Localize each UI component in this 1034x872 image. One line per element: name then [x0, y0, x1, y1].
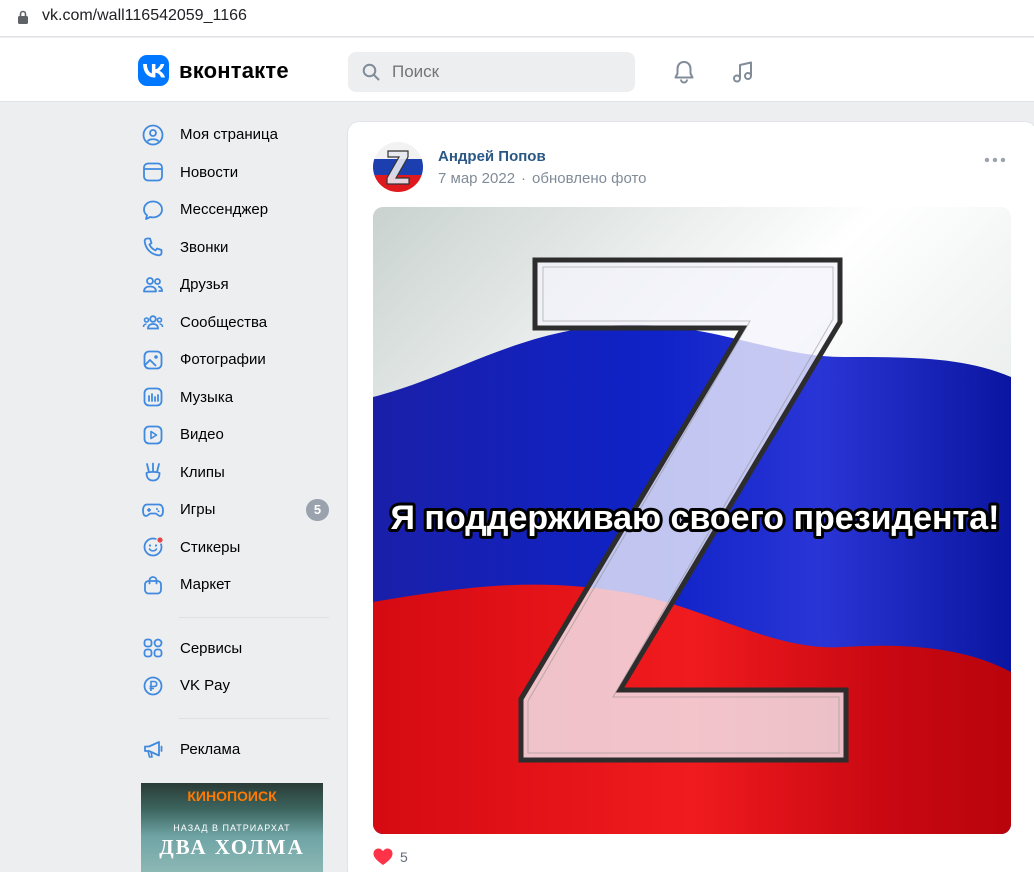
sidebar-item-services[interactable]: Сервисы — [138, 630, 333, 668]
more-options-icon[interactable] — [984, 157, 1006, 163]
sidebar-item-video[interactable]: Видео — [138, 416, 333, 454]
sidebar-item-label: Друзья — [180, 276, 229, 294]
message-icon — [141, 198, 165, 222]
like-button[interactable]: 5 — [373, 848, 408, 866]
communities-icon — [141, 310, 165, 334]
sidebar-item-games[interactable]: Игры 5 — [138, 491, 333, 529]
sidebar-item-label: Реклама — [180, 740, 241, 758]
post-photo[interactable]: Я поддерживаю своего президента! — [373, 207, 1011, 834]
sidebar-item-label: VK Pay — [180, 677, 231, 695]
author-avatar[interactable] — [373, 142, 423, 192]
sidebar-item-communities[interactable]: Сообщества — [138, 304, 333, 342]
games-icon — [141, 498, 165, 522]
games-badge: 5 — [306, 499, 329, 521]
url-text[interactable]: vk.com/wall116542059_1166 — [42, 7, 247, 25]
meta-separator: · — [521, 170, 527, 187]
video-icon — [141, 423, 165, 447]
sidebar-item-label: Звонки — [180, 238, 229, 256]
sidebar-item-label: Клипы — [180, 463, 225, 481]
sidebar-item-label: Стикеры — [180, 538, 241, 556]
megaphone-icon — [141, 737, 165, 761]
post-author[interactable]: Андрей Попов — [438, 148, 546, 165]
search-input[interactable] — [392, 52, 622, 92]
top-header: вконтакте — [0, 38, 1034, 102]
phone-icon — [141, 235, 165, 259]
services-icon — [141, 636, 165, 660]
sidebar-divider — [179, 616, 329, 618]
news-icon — [141, 160, 165, 184]
sidebar-item-ads[interactable]: Реклама — [138, 731, 333, 769]
music-note-icon[interactable] — [729, 58, 757, 86]
sidebar-item-my-page[interactable]: Моя страница — [138, 116, 333, 154]
friends-icon — [141, 273, 165, 297]
sidebar-item-calls[interactable]: Звонки — [138, 229, 333, 267]
search-icon — [362, 63, 380, 81]
clips-icon — [141, 460, 165, 484]
sidebar-item-friends[interactable]: Друзья — [138, 266, 333, 304]
ad-brand: КИНОПОИСК — [187, 788, 277, 804]
vkpay-icon — [141, 674, 165, 698]
sidebar-item-label: Музыка — [180, 388, 234, 406]
stickers-icon — [141, 535, 165, 559]
post-meta: 7 мар 2022 · обновлено фото — [438, 170, 647, 187]
music-icon — [141, 385, 165, 409]
sidebar-item-market[interactable]: Маркет — [138, 566, 333, 604]
like-count: 5 — [400, 849, 408, 865]
heart-icon — [373, 848, 393, 865]
sidebar-item-clips[interactable]: Клипы — [138, 454, 333, 492]
sidebar-item-label: Сервисы — [180, 639, 243, 657]
bell-icon[interactable] — [670, 58, 698, 86]
lock-icon — [18, 10, 28, 24]
user-circle-icon — [141, 123, 165, 147]
market-icon — [141, 573, 165, 597]
sidebar-item-vkpay[interactable]: VK Pay — [138, 667, 333, 705]
ad-subtitle: НАЗАД В ПАТРИАРХАТ — [173, 823, 291, 833]
post-date[interactable]: 7 мар 2022 — [438, 170, 515, 187]
ad-title: ДВА ХОЛМА — [159, 835, 305, 859]
sidebar-item-music[interactable]: Музыка — [138, 379, 333, 417]
sidebar-item-news[interactable]: Новости — [138, 154, 333, 192]
search-box[interactable] — [348, 52, 635, 92]
sidebar-item-label: Мессенджер — [180, 201, 269, 219]
sidebar-item-label: Фотографии — [180, 351, 266, 369]
photo-caption: Я поддерживаю своего президента! — [391, 499, 1000, 537]
sidebar-divider — [179, 717, 329, 719]
sidebar-item-label: Игры — [180, 501, 216, 519]
sidebar-item-label: Моя страница — [180, 126, 278, 144]
sidebar-item-label: Видео — [180, 426, 224, 444]
sidebar-item-photos[interactable]: Фотографии — [138, 341, 333, 379]
post-card: Андрей Попов 7 мар 2022 · обновлено фото — [347, 121, 1034, 872]
sidebar-item-label: Сообщества — [180, 313, 268, 331]
sidebar-item-messenger[interactable]: Мессенджер — [138, 191, 333, 229]
left-sidebar: Моя страница Новости Мессенджер Звонки Д… — [138, 116, 333, 768]
vk-logo[interactable]: вконтакте — [138, 55, 289, 86]
vk-logo-icon — [138, 55, 169, 86]
browser-address-bar[interactable]: vk.com/wall116542059_1166 — [0, 0, 1034, 37]
post-action: обновлено фото — [532, 170, 647, 187]
sidebar-item-stickers[interactable]: Стикеры — [138, 529, 333, 567]
logo-text: вконтакте — [179, 57, 289, 83]
sidebar-ad-banner[interactable]: КИНОПОИСК НАЗАД В ПАТРИАРХАТ ДВА ХОЛМА — [141, 783, 323, 872]
photo-icon — [141, 348, 165, 372]
sidebar-item-label: Новости — [180, 163, 239, 181]
sidebar-item-label: Маркет — [180, 576, 231, 594]
